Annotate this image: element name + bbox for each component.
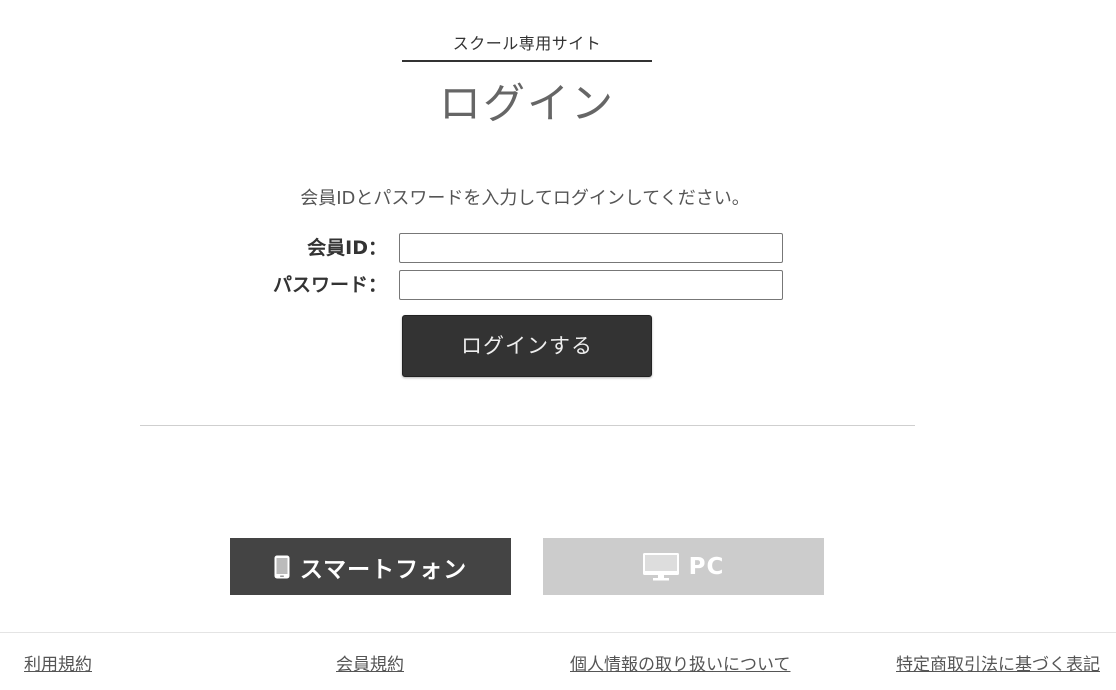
pc-view-label: PC <box>688 553 725 580</box>
smartphone-view-button[interactable]: スマートフォン <box>230 538 511 595</box>
membership-terms-link[interactable]: 会員規約 <box>336 650 404 675</box>
password-row: パスワード： <box>0 270 1116 300</box>
footer-divider <box>0 632 1116 633</box>
site-subtitle: スクール専用サイト <box>452 34 602 53</box>
password-label: パスワード： <box>272 274 387 296</box>
smartphone-icon <box>274 555 290 579</box>
commercial-transactions-link[interactable]: 特定商取引法に基づく表記 <box>896 650 1100 675</box>
privacy-policy-link[interactable]: 個人情報の取り扱いについて <box>570 650 791 675</box>
login-page: スクール専用サイト ログイン 会員IDとパスワードを入力してログインしてください… <box>0 0 1116 690</box>
smartphone-view-label: スマートフォン <box>299 556 468 583</box>
password-input[interactable] <box>399 270 783 300</box>
login-button[interactable]: ログインする <box>402 315 652 377</box>
section-divider <box>140 425 915 426</box>
pc-view-button[interactable]: PC <box>543 538 824 595</box>
login-instruction: 会員IDとパスワードを入力してログインしてください。 <box>300 188 750 209</box>
member-id-label: 会員ID： <box>307 237 387 259</box>
title-underline <box>402 60 652 62</box>
monitor-icon <box>642 552 679 581</box>
member-id-input[interactable] <box>399 233 783 263</box>
page-title: ログイン <box>438 79 615 128</box>
member-id-row: 会員ID： <box>0 233 1116 263</box>
terms-of-use-link[interactable]: 利用規約 <box>24 650 92 675</box>
